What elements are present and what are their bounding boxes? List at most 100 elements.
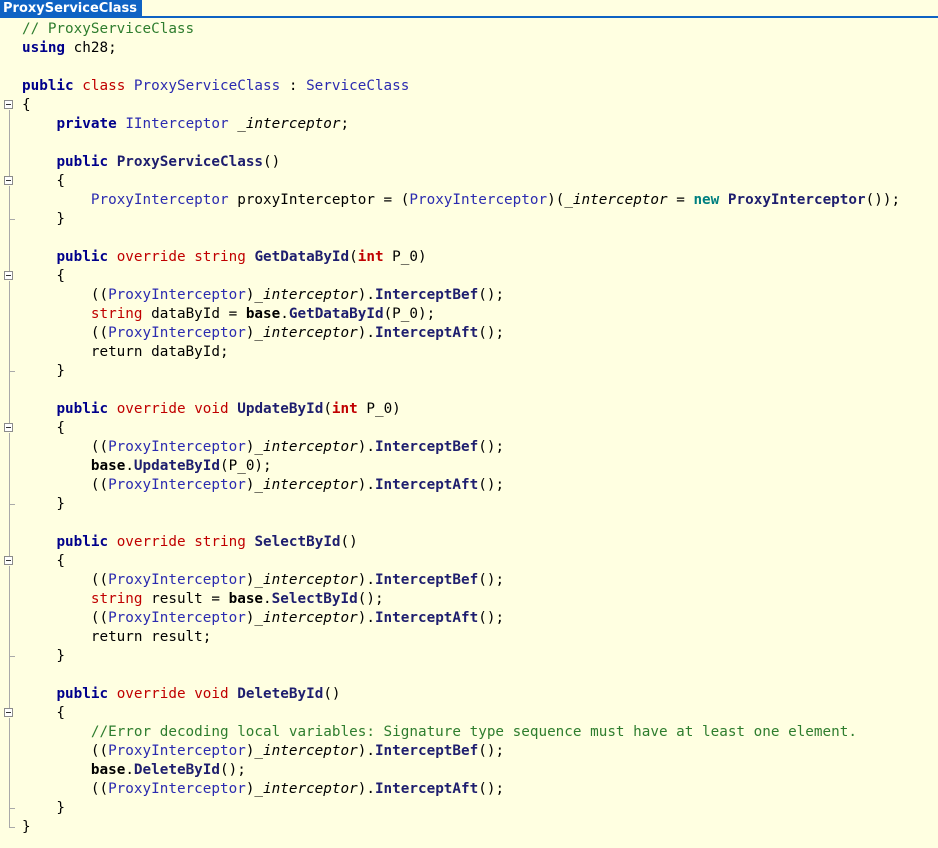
code-line[interactable]: public override string GetDataById(int P… bbox=[0, 248, 938, 267]
code-token: new bbox=[693, 192, 720, 208]
collapse-icon[interactable] bbox=[4, 271, 13, 280]
code-token: ProxyInterceptor bbox=[108, 287, 246, 303]
code-line[interactable]: } bbox=[0, 799, 938, 818]
code-token: P_0) bbox=[357, 401, 401, 417]
code-editor[interactable]: // ProxyServiceClass using ch28; public cl… bbox=[0, 20, 938, 837]
code-token: } bbox=[22, 496, 66, 512]
code-line[interactable]: ((ProxyInterceptor)_interceptor).Interce… bbox=[0, 609, 938, 628]
code-token: class bbox=[82, 78, 126, 94]
collapse-icon[interactable] bbox=[4, 556, 13, 565]
code-line[interactable]: base.UpdateById(P_0); bbox=[0, 457, 938, 476]
code-token: (); bbox=[478, 439, 505, 455]
collapse-icon[interactable] bbox=[4, 708, 13, 717]
code-line[interactable]: // ProxyServiceClass bbox=[0, 20, 938, 39]
code-token: (); bbox=[478, 743, 505, 759]
code-token: public bbox=[56, 401, 109, 417]
code-line[interactable]: ((ProxyInterceptor)_interceptor).Interce… bbox=[0, 571, 938, 590]
code-line[interactable] bbox=[0, 58, 938, 77]
code-token: . bbox=[263, 591, 272, 607]
fold-gutter bbox=[0, 590, 20, 609]
code-line[interactable]: private IInterceptor _interceptor; bbox=[0, 115, 938, 134]
code-token: { bbox=[22, 553, 66, 569]
code-line[interactable]: string result = base.SelectById(); bbox=[0, 590, 938, 609]
code-token: GetDataById bbox=[288, 306, 384, 322]
code-line[interactable]: } bbox=[0, 818, 938, 837]
code-token: ). bbox=[357, 572, 375, 588]
code-line[interactable]: public override void UpdateById(int P_0) bbox=[0, 400, 938, 419]
code-line[interactable]: ((ProxyInterceptor)_interceptor).Interce… bbox=[0, 780, 938, 799]
code-token: ). bbox=[357, 325, 375, 341]
code-line[interactable]: public override void DeleteById() bbox=[0, 685, 938, 704]
code-line[interactable]: //Error decoding local variables: Signat… bbox=[0, 723, 938, 742]
code-line[interactable]: } bbox=[0, 495, 938, 514]
code-line[interactable]: ProxyInterceptor proxyInterceptor = (Pro… bbox=[0, 191, 938, 210]
code-line[interactable]: ((ProxyInterceptor)_interceptor).Interce… bbox=[0, 324, 938, 343]
code-line[interactable]: { bbox=[0, 172, 938, 191]
code-line[interactable]: { bbox=[0, 704, 938, 723]
code-line[interactable]: return dataById; bbox=[0, 343, 938, 362]
code-line[interactable]: string dataById = base.GetDataById(P_0); bbox=[0, 305, 938, 324]
fold-gutter bbox=[0, 286, 20, 305]
code-line[interactable]: public ProxyServiceClass() bbox=[0, 153, 938, 172]
code-token: override bbox=[116, 249, 186, 265]
code-token: ( bbox=[323, 401, 332, 417]
code-token: ProxyInterceptor bbox=[108, 477, 246, 493]
code-token: // ProxyServiceClass bbox=[22, 21, 195, 37]
code-line[interactable] bbox=[0, 381, 938, 400]
code-line[interactable]: ((ProxyInterceptor)_interceptor).Interce… bbox=[0, 742, 938, 761]
code-line[interactable]: public override string SelectById() bbox=[0, 533, 938, 552]
code-token: SelectById bbox=[254, 534, 341, 550]
code-token: (( bbox=[22, 325, 109, 341]
code-token: int bbox=[357, 249, 384, 265]
fold-gutter bbox=[0, 96, 20, 115]
code-token: _interceptor bbox=[254, 287, 358, 303]
code-line[interactable]: } bbox=[0, 647, 938, 666]
code-token: { bbox=[22, 173, 66, 189]
code-line[interactable]: { bbox=[0, 267, 938, 286]
code-line[interactable]: { bbox=[0, 96, 938, 115]
code-text: } bbox=[22, 799, 65, 818]
code-text: } bbox=[22, 818, 31, 837]
code-token: } bbox=[22, 800, 66, 816]
code-line[interactable]: { bbox=[0, 419, 938, 438]
code-line[interactable]: ((ProxyInterceptor)_interceptor).Interce… bbox=[0, 286, 938, 305]
fold-gutter bbox=[0, 818, 20, 837]
fold-gutter bbox=[0, 628, 20, 647]
code-token: UpdateById bbox=[237, 401, 324, 417]
code-text: return result; bbox=[22, 628, 212, 647]
code-token: DeleteById bbox=[133, 762, 220, 778]
code-token: ProxyServiceClass bbox=[116, 154, 264, 170]
code-token: () bbox=[340, 534, 358, 550]
code-token: ProxyInterceptor bbox=[108, 572, 246, 588]
collapse-icon[interactable] bbox=[4, 100, 13, 109]
code-line[interactable]: } bbox=[0, 210, 938, 229]
collapse-icon[interactable] bbox=[4, 423, 13, 432]
code-line[interactable]: { bbox=[0, 552, 938, 571]
code-line[interactable]: ((ProxyInterceptor)_interceptor).Interce… bbox=[0, 438, 938, 457]
code-text: ((ProxyInterceptor)_interceptor).Interce… bbox=[22, 609, 504, 628]
code-line[interactable] bbox=[0, 666, 938, 685]
code-text: ((ProxyInterceptor)_interceptor).Interce… bbox=[22, 286, 504, 305]
code-text: //Error decoding local variables: Signat… bbox=[22, 723, 857, 742]
fold-gutter bbox=[0, 704, 20, 723]
code-token: override bbox=[116, 534, 186, 550]
code-line[interactable] bbox=[0, 514, 938, 533]
fold-gutter bbox=[0, 267, 20, 286]
code-line[interactable]: base.DeleteById(); bbox=[0, 761, 938, 780]
collapse-icon[interactable] bbox=[4, 176, 13, 185]
code-line[interactable]: return result; bbox=[0, 628, 938, 647]
code-token: GetDataById bbox=[254, 249, 350, 265]
code-line[interactable]: using ch28; bbox=[0, 39, 938, 58]
code-line[interactable]: public class ProxyServiceClass : Service… bbox=[0, 77, 938, 96]
code-line[interactable]: } bbox=[0, 362, 938, 381]
code-line[interactable] bbox=[0, 229, 938, 248]
code-line[interactable] bbox=[0, 134, 938, 153]
document-tab[interactable]: ProxyServiceClass bbox=[0, 0, 143, 17]
code-line[interactable]: ((ProxyInterceptor)_interceptor).Interce… bbox=[0, 476, 938, 495]
code-token: (( bbox=[22, 743, 109, 759]
